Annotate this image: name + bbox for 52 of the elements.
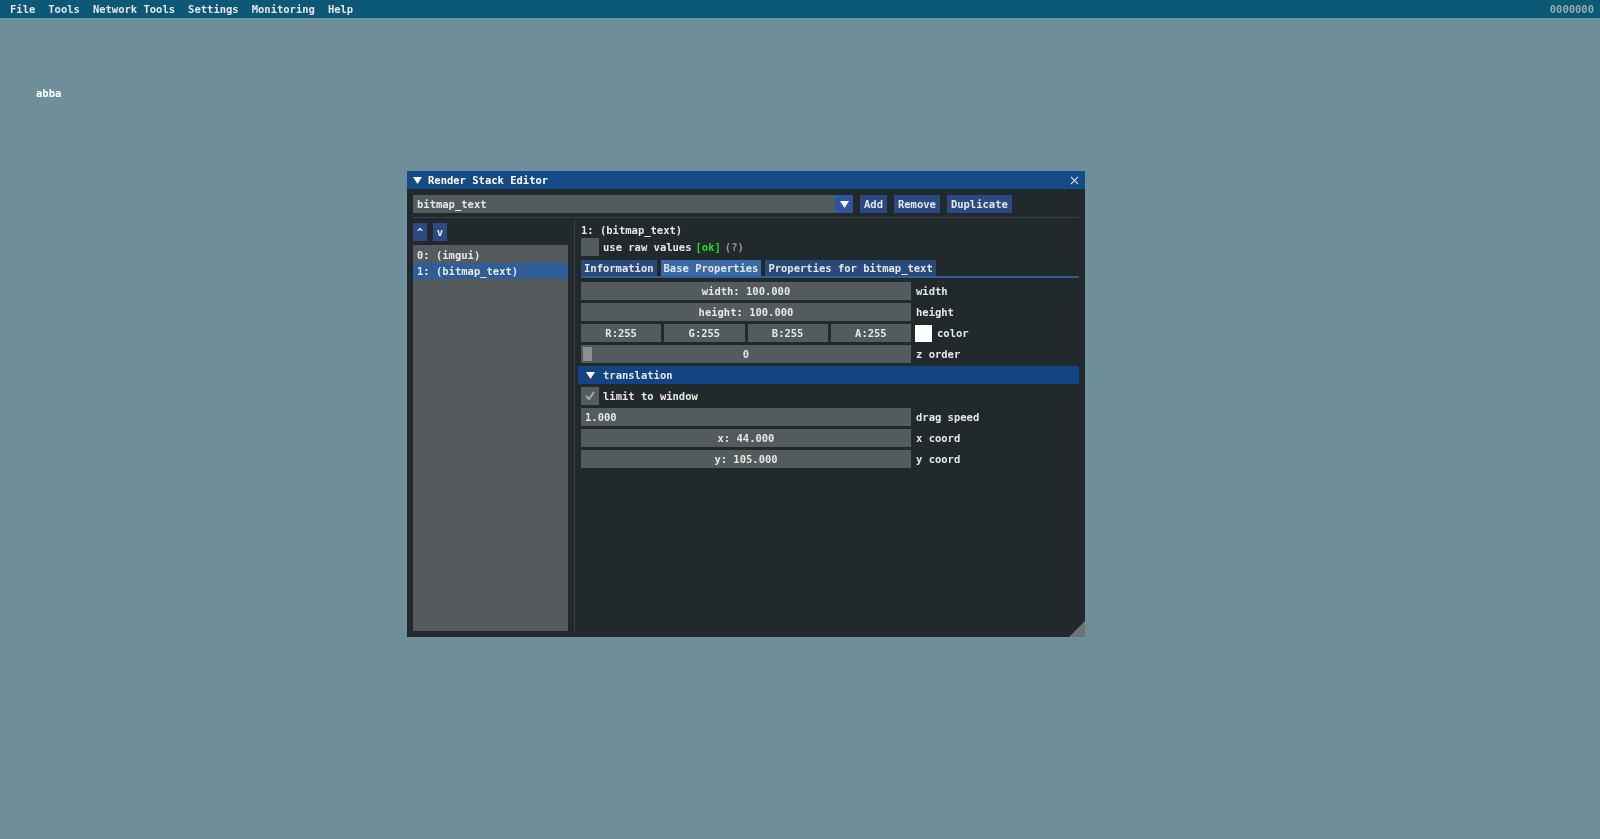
stack-item[interactable]: 0: (imgui): [413, 247, 568, 263]
drag-field[interactable]: height: 100.000: [581, 303, 911, 321]
property-label: y coord: [916, 453, 961, 465]
drag-field[interactable]: y: 105.000: [581, 450, 911, 468]
checkbox-label: limit to window: [603, 390, 698, 402]
color-channel-field[interactable]: R:255: [581, 324, 662, 342]
checkbox[interactable]: [581, 387, 599, 405]
drag-field[interactable]: x: 44.000: [581, 429, 911, 447]
move-button[interactable]: v: [433, 223, 447, 241]
tab[interactable]: Information: [581, 260, 657, 276]
menu-item[interactable]: Settings: [188, 3, 239, 15]
property-label: color: [937, 327, 969, 339]
section-header[interactable]: translation: [578, 366, 1079, 384]
color-swatch[interactable]: [915, 324, 932, 342]
move-button[interactable]: ^: [413, 223, 427, 241]
toolbar-button[interactable]: Duplicate: [946, 195, 1012, 213]
help-marker[interactable]: (?): [724, 241, 744, 253]
property-label: width: [916, 285, 948, 297]
menu-item[interactable]: Tools: [48, 3, 80, 15]
status-counter: 0000000: [1549, 3, 1594, 15]
window-title: Render Stack Editor: [428, 174, 550, 186]
dropdown-arrow-icon: [839, 199, 849, 209]
checkbox-label: use raw values: [603, 241, 692, 253]
property-label: x coord: [916, 432, 961, 444]
slider[interactable]: 0: [581, 345, 911, 363]
render-dropdown[interactable]: bitmap_text: [413, 195, 853, 213]
collapse-triangle-icon[interactable]: [413, 175, 422, 185]
tab[interactable]: Base Properties: [660, 260, 762, 276]
item-heading: 1: (bitmap_text): [581, 223, 684, 238]
stack-item[interactable]: 1: (bitmap_text): [413, 263, 568, 279]
property-label: drag speed: [916, 411, 980, 423]
color-channel-field[interactable]: B:255: [747, 324, 828, 342]
close-icon[interactable]: [1070, 175, 1079, 185]
checkmark-icon: [584, 390, 596, 402]
raw-values-checkbox[interactable]: [581, 238, 599, 256]
tab[interactable]: Properties for bitmap_text: [765, 260, 936, 276]
menu-item[interactable]: File: [10, 3, 36, 15]
status-text: [ok]: [695, 241, 721, 253]
resize-grip-icon[interactable]: [1069, 621, 1085, 637]
property-label: height: [916, 306, 954, 318]
color-channel-field[interactable]: G:255: [664, 324, 745, 342]
menu-item[interactable]: Monitoring: [251, 3, 315, 15]
color-channel-field[interactable]: A:255: [830, 324, 911, 342]
menu-item[interactable]: Network Tools: [92, 3, 176, 15]
property-label: z order: [916, 348, 961, 360]
input-field[interactable]: 1.000: [581, 408, 911, 426]
slider-thumb[interactable]: [583, 347, 592, 361]
drag-field[interactable]: width: 100.000: [581, 282, 911, 300]
toolbar-button[interactable]: Add: [860, 195, 887, 213]
canvas-text: abba: [36, 87, 62, 99]
menu-item[interactable]: Help: [327, 3, 354, 15]
toolbar-button[interactable]: Remove: [893, 195, 940, 213]
